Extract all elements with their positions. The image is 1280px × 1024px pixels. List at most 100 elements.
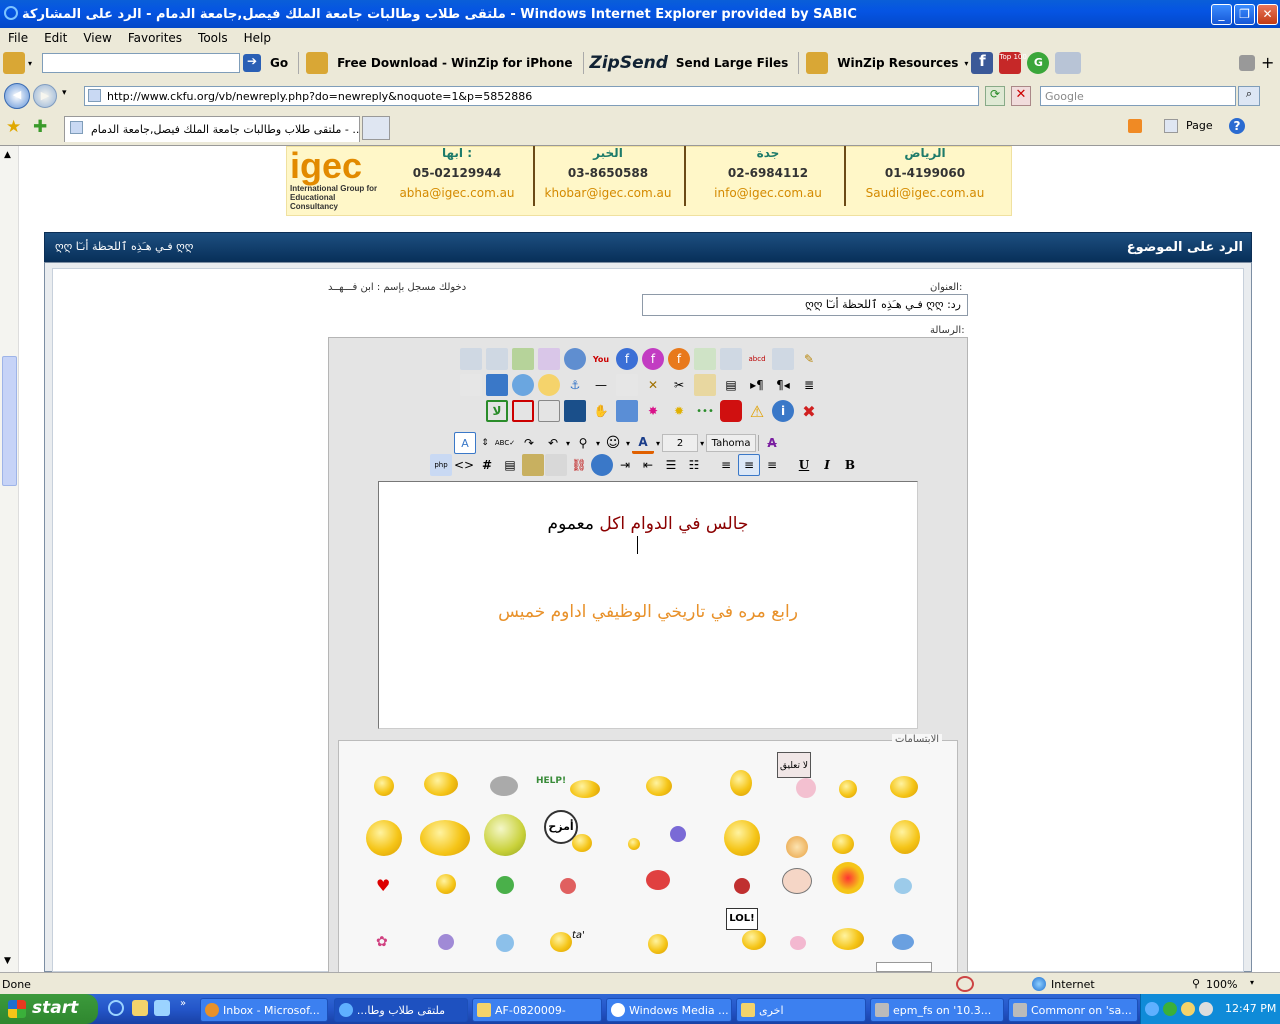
hash-icon[interactable]: # xyxy=(476,454,498,476)
mail-icon[interactable] xyxy=(1055,52,1082,74)
picture-icon[interactable] xyxy=(512,348,534,370)
align-left-icon[interactable]: ≡ xyxy=(715,454,737,476)
taskbar-item-inbox[interactable]: Inbox - Microsof... xyxy=(200,998,328,1022)
warning-icon[interactable]: ⚠ xyxy=(746,400,768,422)
border-box-icon[interactable] xyxy=(538,400,560,422)
refresh-icon[interactable]: ⟳ xyxy=(985,86,1005,106)
winzip-icon[interactable] xyxy=(3,52,25,74)
youtube-icon[interactable]: You xyxy=(590,348,612,370)
send-large-files-link[interactable]: Send Large Files xyxy=(676,56,788,70)
align-right-icon[interactable]: ≡ xyxy=(761,454,783,476)
smiley-text-icon[interactable]: ta' xyxy=(572,930,585,941)
smiley-icon[interactable] xyxy=(890,776,918,798)
smiley-icon[interactable] xyxy=(420,820,470,856)
unlink-icon[interactable]: ⛓ xyxy=(568,454,590,476)
clock[interactable]: 12:47 PM xyxy=(1225,1002,1276,1015)
smiley-icon[interactable] xyxy=(646,870,670,890)
attachment-icon[interactable]: ⚲ xyxy=(572,432,594,454)
stop-icon[interactable]: ✕ xyxy=(1011,86,1031,106)
smiley-icon[interactable] xyxy=(892,934,914,950)
smiley-icon[interactable] xyxy=(796,778,816,798)
taskbar-item-media-player[interactable]: Windows Media ... xyxy=(606,998,732,1022)
tray-icon[interactable] xyxy=(1163,1002,1177,1016)
taskbar-item-ie[interactable]: ملتقى طلاب وطا... xyxy=(334,998,468,1022)
insert-image-icon[interactable] xyxy=(522,454,544,476)
popup-blocked-icon[interactable] xyxy=(956,976,974,992)
g-icon[interactable]: G xyxy=(1027,52,1050,74)
info-icon[interactable]: i xyxy=(772,400,794,422)
add-favorites-icon[interactable]: ✚ xyxy=(33,117,47,137)
resize-icon[interactable]: ⇕ xyxy=(478,432,492,454)
heart-icon[interactable]: ♥ xyxy=(376,876,390,895)
smiley-icon[interactable] xyxy=(366,820,402,856)
chevron-down-icon[interactable]: ▾ xyxy=(596,439,600,448)
media-icon[interactable] xyxy=(538,348,560,370)
edit-icon[interactable] xyxy=(772,348,794,370)
red-box-icon[interactable] xyxy=(512,400,534,422)
diamond-icon[interactable] xyxy=(486,374,508,396)
smiley-icon[interactable] xyxy=(570,780,600,798)
smiley-help-icon[interactable]: HELP! xyxy=(536,776,566,786)
smiley-icon[interactable] xyxy=(484,814,526,856)
taskbar-item-folder-other[interactable]: اخرى xyxy=(736,998,866,1022)
outdent-icon[interactable]: ⇤ xyxy=(637,454,659,476)
help-icon[interactable]: ? xyxy=(1229,118,1245,134)
smiley-icon[interactable] xyxy=(839,780,857,798)
tab-current[interactable]: ملتقى طلاب وطالبات جامعة الملك فيصل,جامع… xyxy=(64,116,360,142)
undo-icon[interactable]: ↶ xyxy=(542,432,564,454)
bold-icon[interactable]: B xyxy=(839,454,861,476)
smiley-icon[interactable] xyxy=(742,930,766,950)
favorites-star-icon[interactable]: ★ xyxy=(6,117,21,137)
font-size-select[interactable]: 2 xyxy=(662,434,699,452)
new-tab-button[interactable] xyxy=(362,116,390,140)
insert-link-icon[interactable] xyxy=(591,454,613,476)
font-name-select[interactable]: Tahoma xyxy=(706,434,757,452)
spellcheck-icon[interactable]: abcd xyxy=(746,348,768,370)
chart-icon[interactable] xyxy=(616,400,638,422)
toolbar-search-input[interactable] xyxy=(42,53,240,73)
rss-icon[interactable] xyxy=(1128,119,1142,133)
menu-edit[interactable]: Edit xyxy=(36,31,75,45)
address-input[interactable]: http://www.ckfu.org/vb/newreply.php?do=n… xyxy=(84,86,979,106)
quicklaunch-icon[interactable] xyxy=(132,1000,148,1016)
justify-icon[interactable]: ≣ xyxy=(798,374,820,396)
quote-icon[interactable]: ﻻ xyxy=(486,400,508,422)
chevron-down-icon[interactable]: ▾ xyxy=(28,59,38,68)
tray-icon[interactable] xyxy=(1181,1002,1195,1016)
sparkle-icon[interactable]: ✸ xyxy=(642,400,664,422)
zoom-level[interactable]: 100% xyxy=(1206,978,1237,991)
forward-button[interactable]: ▶ xyxy=(33,84,57,108)
code-icon[interactable]: <> xyxy=(453,454,475,476)
font-color-icon[interactable]: A xyxy=(632,432,655,454)
no-comment-sign[interactable]: لا تعليق xyxy=(777,752,811,778)
lol-sign[interactable]: LOL! xyxy=(726,908,758,930)
quicklaunch-more-icon[interactable]: » xyxy=(180,998,186,1009)
image-box-icon[interactable] xyxy=(460,348,482,370)
smiley-icon[interactable] xyxy=(496,876,514,894)
menu-favorites[interactable]: Favorites xyxy=(120,31,190,45)
winzip-resources-link[interactable]: WinZip Resources xyxy=(837,56,958,70)
film-icon[interactable] xyxy=(564,400,586,422)
smiley-icon[interactable] xyxy=(490,776,518,796)
tray-icon[interactable] xyxy=(1145,1002,1159,1016)
page-break-icon[interactable] xyxy=(616,374,638,396)
align-center-icon[interactable]: ≡ xyxy=(738,454,760,476)
font-style-icon[interactable]: A xyxy=(454,432,476,454)
chevron-down-icon[interactable]: ▾ xyxy=(62,88,67,98)
tray-icon[interactable] xyxy=(1199,1002,1213,1016)
chevron-down-icon[interactable]: ▾ xyxy=(700,439,704,448)
spellcheck-icon[interactable]: ABC✓ xyxy=(494,432,516,454)
home-icon[interactable] xyxy=(1164,119,1178,133)
smiley-icon[interactable] xyxy=(628,838,640,850)
go-button[interactable]: Go xyxy=(270,56,288,70)
smiley-icon[interactable] xyxy=(648,934,668,954)
wrench-icon[interactable] xyxy=(1239,55,1255,71)
php-icon[interactable]: php xyxy=(430,454,452,476)
stop-sign-icon[interactable] xyxy=(720,400,742,422)
smiley-icon[interactable] xyxy=(782,868,812,894)
smiley-icon[interactable] xyxy=(550,932,572,952)
remove-format-icon[interactable]: ✕ xyxy=(642,374,664,396)
globe-icon[interactable] xyxy=(512,374,534,396)
plus-icon[interactable]: + xyxy=(1261,55,1277,71)
smiley-icon[interactable] xyxy=(646,776,672,796)
